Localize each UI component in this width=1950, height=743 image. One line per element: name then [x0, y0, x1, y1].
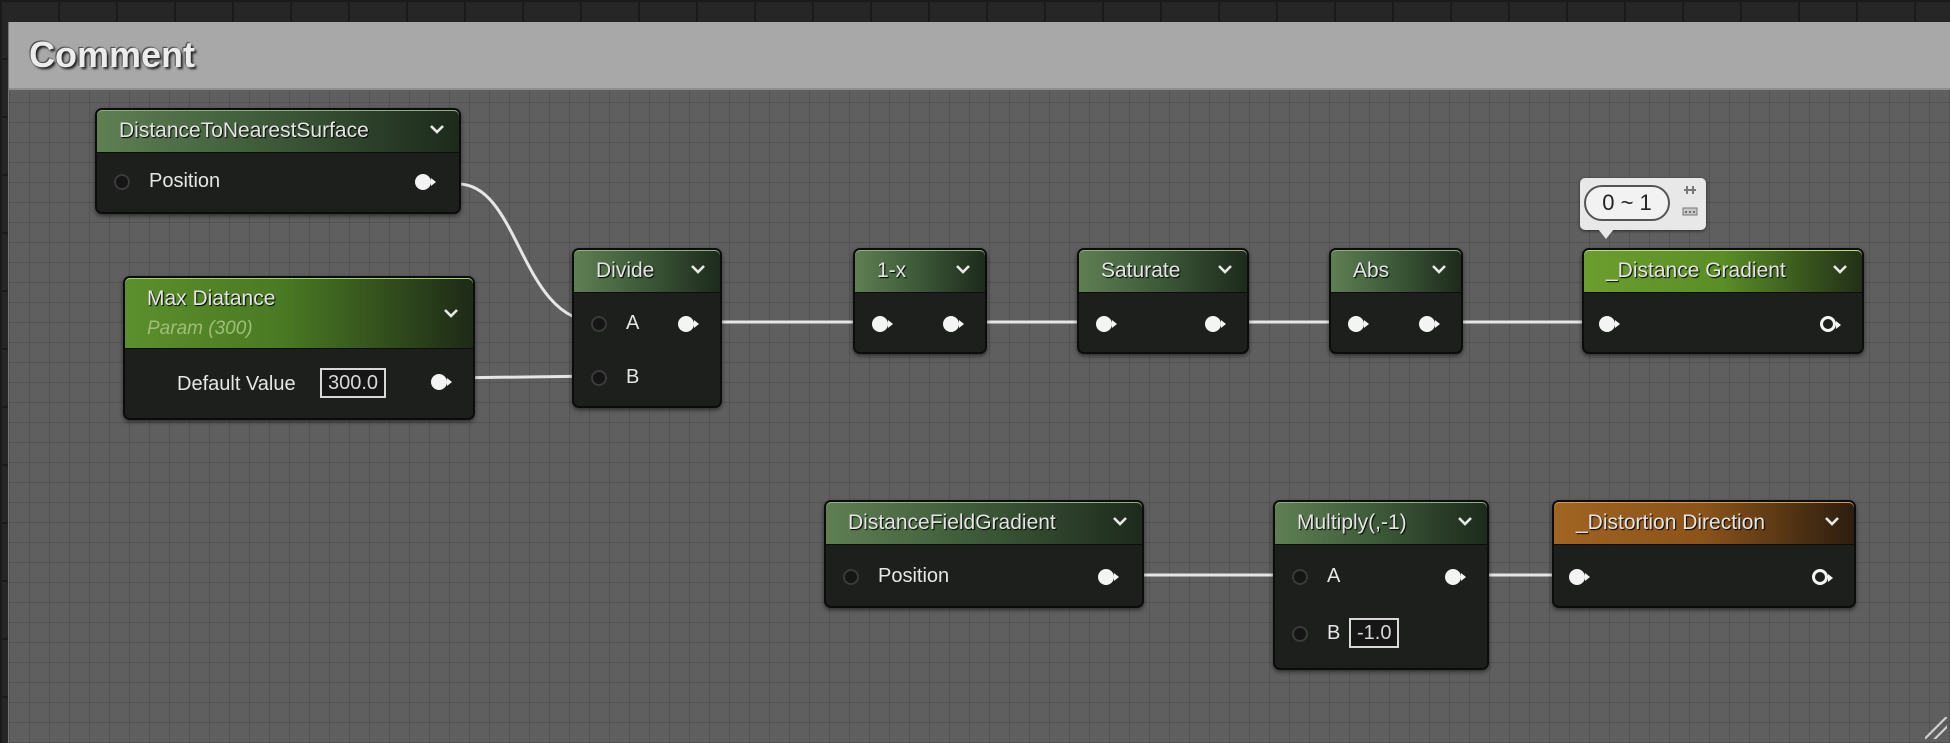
node-header[interactable]: _Distortion Direction: [1554, 502, 1854, 545]
output-pin[interactable]: [943, 316, 964, 332]
node-header[interactable]: Multiply(,-1): [1275, 502, 1487, 545]
output-pin[interactable]: [1812, 569, 1833, 585]
node-title: Divide: [596, 259, 655, 282]
position-input-label: Position: [878, 565, 950, 587]
node-saturate[interactable]: Saturate: [1077, 248, 1249, 354]
input-pin[interactable]: [1348, 316, 1369, 332]
chevron-down-icon[interactable]: [1431, 260, 1447, 278]
node-divide[interactable]: Divide A B: [572, 248, 722, 408]
comment-bubble-tail: [1598, 229, 1614, 239]
node-subtitle: Param (300): [147, 318, 253, 339]
node-one-minus[interactable]: 1-x: [853, 248, 987, 354]
node-header[interactable]: 1-x: [855, 250, 985, 293]
b-input-pin[interactable]: [1292, 626, 1308, 642]
node-title: DistanceToNearestSurface: [119, 119, 369, 142]
node-header[interactable]: _Distance Gradient: [1584, 250, 1862, 293]
node-title: Max Diatance: [147, 287, 276, 310]
node-distortion-direction-output[interactable]: _Distortion Direction: [1552, 500, 1856, 608]
chevron-down-icon[interactable]: [955, 260, 971, 278]
position-input-pin[interactable]: [114, 174, 130, 190]
comment-bubble-text[interactable]: 0 ~ 1: [1584, 185, 1670, 221]
output-pin[interactable]: [1820, 316, 1841, 332]
chevron-down-icon[interactable]: [429, 120, 445, 138]
chevron-down-icon[interactable]: [443, 304, 459, 322]
b-input-label: B: [626, 366, 640, 388]
node-header[interactable]: Divide: [574, 250, 720, 293]
node-distance-gradient-output[interactable]: _Distance Gradient: [1582, 248, 1864, 354]
output-pin[interactable]: [431, 374, 452, 390]
node-title: Multiply(,-1): [1297, 511, 1407, 534]
a-input-label: A: [1327, 565, 1341, 587]
output-pin[interactable]: [1205, 316, 1226, 332]
output-pin[interactable]: [1098, 569, 1119, 585]
chevron-down-icon[interactable]: [1112, 512, 1128, 530]
node-header[interactable]: Saturate: [1079, 250, 1247, 293]
node-max-distance-param[interactable]: Max Diatance Param (300) Default Value 3…: [123, 276, 475, 420]
default-value-label: Default Value: [177, 373, 296, 395]
a-input-pin[interactable]: [1292, 569, 1308, 585]
output-pin[interactable]: [678, 316, 699, 332]
chevron-down-icon[interactable]: [1824, 512, 1840, 530]
input-pin[interactable]: [1096, 316, 1117, 332]
node-header[interactable]: Abs: [1331, 250, 1461, 293]
node-title: DistanceFieldGradient: [848, 511, 1056, 534]
output-pin[interactable]: [1445, 569, 1466, 585]
node-distance-field-gradient[interactable]: DistanceFieldGradient Position: [824, 500, 1144, 608]
b-input-pin[interactable]: [591, 370, 607, 386]
node-title: Saturate: [1101, 259, 1181, 282]
output-pin[interactable]: [415, 174, 436, 190]
node-multiply[interactable]: Multiply(,-1) A B -1.0: [1273, 500, 1489, 670]
node-header[interactable]: Max Diatance Param (300): [125, 278, 473, 349]
default-value-input[interactable]: 300.0: [320, 368, 387, 398]
comment-bubble[interactable]: 0 ~ 1: [1580, 178, 1706, 239]
node-title: Abs: [1353, 259, 1390, 282]
node-abs[interactable]: Abs: [1329, 248, 1463, 354]
b-input-label: B: [1327, 622, 1341, 644]
node-title: _Distortion Direction: [1576, 511, 1766, 534]
chevron-down-icon[interactable]: [1832, 260, 1848, 278]
output-pin[interactable]: [1419, 316, 1440, 332]
input-pin[interactable]: [1599, 316, 1620, 332]
node-header[interactable]: DistanceToNearestSurface: [97, 110, 459, 153]
node-title: 1-x: [877, 259, 907, 282]
more-dots-icon[interactable]: [1682, 206, 1698, 216]
a-input-pin[interactable]: [591, 316, 607, 332]
chevron-down-icon[interactable]: [1457, 512, 1473, 530]
input-pin[interactable]: [872, 316, 893, 332]
b-value-input[interactable]: -1.0: [1349, 618, 1400, 648]
node-distance-to-nearest-surface[interactable]: DistanceToNearestSurface Position: [95, 108, 461, 214]
pin-icon[interactable]: [1682, 184, 1698, 196]
node-header[interactable]: DistanceFieldGradient: [826, 502, 1142, 545]
input-pin[interactable]: [1569, 569, 1590, 585]
a-input-label: A: [626, 312, 640, 334]
chevron-down-icon[interactable]: [1217, 260, 1233, 278]
chevron-down-icon[interactable]: [690, 260, 706, 278]
node-title: _Distance Gradient: [1606, 259, 1786, 282]
position-input-label: Position: [149, 170, 221, 192]
position-input-pin[interactable]: [843, 569, 859, 585]
